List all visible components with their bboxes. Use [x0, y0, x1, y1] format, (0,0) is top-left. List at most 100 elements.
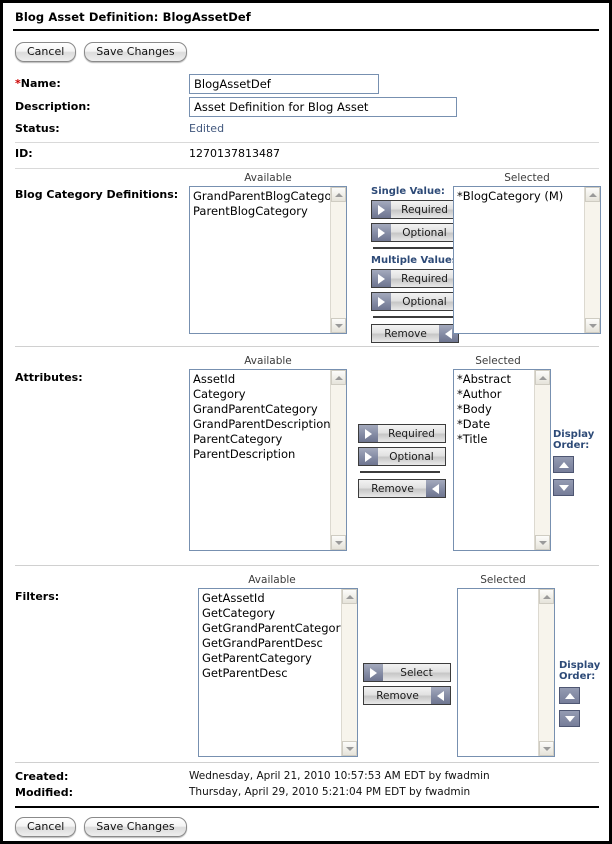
list-item[interactable]: ParentCategory	[193, 432, 327, 447]
multiple-values-label: Multiple Values:	[371, 255, 462, 266]
arrow-left-icon	[431, 687, 450, 704]
list-item[interactable]: ParentBlogCategory	[193, 204, 327, 219]
triangle-right-icon	[365, 428, 372, 439]
category-selected-scrollbar[interactable]	[584, 187, 600, 333]
triangle-down-icon	[564, 715, 575, 722]
name-input[interactable]	[189, 73, 379, 94]
filters-selected-listbox[interactable]	[457, 588, 555, 757]
scroll-down-button[interactable]	[331, 535, 346, 550]
save-changes-button-top[interactable]: Save Changes	[84, 42, 187, 62]
category-available-items[interactable]: GrandParentBlogCategory ParentBlogCatego…	[190, 187, 330, 333]
filters-remove-button[interactable]: Remove	[363, 686, 451, 705]
arrow-right-icon	[372, 293, 391, 310]
filters-remove-label: Remove	[364, 687, 431, 704]
attributes-available-items[interactable]: AssetId Category GrandParentCategory Gra…	[190, 370, 330, 550]
filters-available-scrollbar[interactable]	[341, 589, 357, 756]
list-item[interactable]: GetParentCategory	[202, 651, 338, 666]
attributes-selected-listbox[interactable]: *Abstract *Author *Body *Date *Title	[453, 369, 551, 551]
attributes-required-button[interactable]: Required	[358, 424, 446, 443]
filters-available-items[interactable]: GetAssetId GetCategory GetGrandParentCat…	[199, 589, 341, 756]
move-up-button-attributes[interactable]	[553, 456, 574, 473]
multi-optional-button[interactable]: Optional	[371, 292, 459, 311]
list-item[interactable]: Category	[193, 387, 327, 402]
single-required-button[interactable]: Required	[371, 200, 459, 219]
list-item[interactable]: GetCategory	[202, 606, 338, 621]
chevron-down-icon	[588, 323, 597, 328]
id-row: ID: 1270137813487	[13, 143, 599, 164]
list-item[interactable]: *Abstract	[457, 372, 531, 387]
category-picker-body: Blog Category Definitions: GrandParentBl…	[13, 186, 601, 343]
chevron-down-icon	[334, 540, 343, 545]
single-optional-button[interactable]: Optional	[371, 223, 459, 242]
attributes-selected-scrollbar[interactable]	[534, 370, 550, 550]
triangle-right-icon	[378, 204, 385, 215]
scroll-up-button[interactable]	[331, 187, 346, 202]
category-transfer-controls: Single Value: Required Optional Multiple…	[371, 186, 462, 347]
available-header-attributes: Available	[244, 355, 292, 367]
filters-selected-items[interactable]	[458, 589, 538, 756]
attributes-transfer-controls: Required Optional Remove	[358, 424, 446, 502]
category-selected-items[interactable]: *BlogCategory (M)	[454, 187, 584, 333]
scroll-up-button[interactable]	[342, 589, 357, 604]
name-row: *Name:	[13, 72, 599, 95]
description-input[interactable]	[189, 96, 457, 117]
list-item[interactable]: GetGrandParentCategory	[202, 621, 341, 636]
scroll-down-button[interactable]	[585, 318, 600, 333]
filters-section: Available Selected Filters: GetAssetId G…	[13, 571, 600, 760]
divider	[373, 247, 453, 249]
description-row: Description:	[13, 95, 599, 118]
category-remove-button[interactable]: Remove	[371, 324, 459, 343]
list-item[interactable]: GrandParentDescription	[193, 417, 330, 432]
move-down-button-filters[interactable]	[559, 710, 580, 727]
chevron-down-icon	[334, 323, 343, 328]
list-item[interactable]: GrandParentCategory	[193, 402, 327, 417]
scroll-down-button[interactable]	[539, 741, 554, 756]
filters-select-button[interactable]: Select	[363, 663, 451, 682]
chevron-up-icon	[542, 594, 551, 599]
scroll-up-button[interactable]	[539, 589, 554, 604]
triangle-right-icon	[378, 296, 385, 307]
list-item[interactable]: *Date	[457, 417, 531, 432]
list-item[interactable]: AssetId	[193, 372, 327, 387]
filters-selected-scrollbar[interactable]	[538, 589, 554, 756]
category-available-listbox[interactable]: GrandParentBlogCategory ParentBlogCatego…	[189, 186, 347, 334]
attributes-selected-items[interactable]: *Abstract *Author *Body *Date *Title	[454, 370, 534, 550]
scroll-down-button[interactable]	[331, 318, 346, 333]
list-item[interactable]: ParentDescription	[193, 447, 327, 462]
scroll-down-button[interactable]	[342, 741, 357, 756]
triangle-left-icon	[437, 690, 444, 701]
attributes-section: Available Selected Attributes: AssetId C…	[13, 352, 599, 559]
move-up-button-filters[interactable]	[559, 687, 580, 704]
attributes-optional-button[interactable]: Optional	[358, 447, 446, 466]
category-available-scrollbar[interactable]	[330, 187, 346, 333]
move-down-button-attributes[interactable]	[553, 479, 574, 496]
selected-header-attributes: Selected	[475, 355, 521, 367]
list-item[interactable]: GetAssetId	[202, 591, 338, 606]
cancel-button-bottom[interactable]: Cancel	[15, 817, 77, 837]
filters-available-listbox[interactable]: GetAssetId GetCategory GetGrandParentCat…	[198, 588, 358, 757]
list-item[interactable]: GetGrandParentDesc	[202, 636, 338, 651]
attributes-available-listbox[interactable]: AssetId Category GrandParentCategory Gra…	[189, 369, 347, 551]
scroll-up-button[interactable]	[331, 370, 346, 385]
attributes-remove-button[interactable]: Remove	[358, 479, 446, 498]
scroll-up-button[interactable]	[585, 187, 600, 202]
list-item[interactable]: *Body	[457, 402, 531, 417]
list-item[interactable]: *Author	[457, 387, 531, 402]
attributes-available-scrollbar[interactable]	[330, 370, 346, 550]
list-item[interactable]: GrandParentBlogCategory	[193, 189, 330, 204]
save-changes-button-bottom[interactable]: Save Changes	[84, 817, 187, 837]
multi-required-label: Required	[391, 270, 458, 287]
scroll-up-button[interactable]	[535, 370, 550, 385]
scroll-down-button[interactable]	[535, 535, 550, 550]
multi-required-button[interactable]: Required	[371, 269, 459, 288]
list-item[interactable]: *Title	[457, 432, 531, 447]
triangle-up-icon	[558, 461, 569, 468]
list-item[interactable]: GetParentDesc	[202, 666, 338, 681]
list-item[interactable]: *BlogCategory (M)	[457, 189, 581, 204]
cancel-button-top[interactable]: Cancel	[15, 42, 77, 62]
triangle-up-icon	[564, 692, 575, 699]
description-value	[189, 96, 599, 117]
attributes-label: Attributes:	[15, 371, 83, 384]
filters-picker-body: Filters: GetAssetId GetCategory GetGrand…	[13, 588, 600, 760]
category-selected-listbox[interactable]: *BlogCategory (M)	[453, 186, 601, 334]
